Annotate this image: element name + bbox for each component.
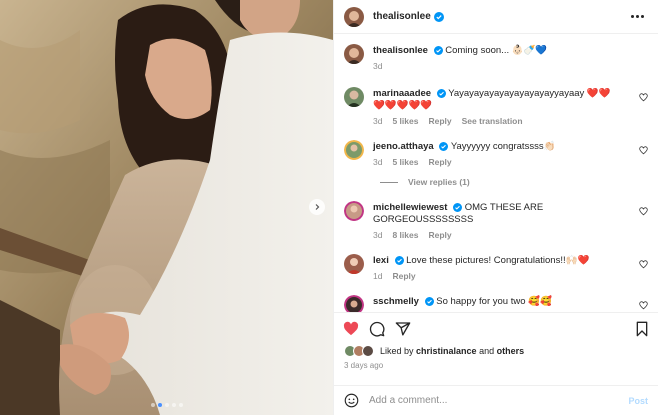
comment-icon[interactable] [369,321,385,337]
post-header: thealisonlee [334,0,658,34]
more-options-icon[interactable] [627,11,648,22]
liker-avatar [362,345,374,357]
comment-username[interactable]: lexi [373,255,389,266]
heart-outline-icon[interactable] [639,146,648,155]
verified-badge-icon [436,88,446,98]
verified-badge-icon [439,141,449,151]
comments-list: thealisonlee Coming soon... 👶🏻🍼💙 3d mari… [334,34,658,312]
post-photo [0,0,333,415]
likes-prefix: Liked by [380,346,417,356]
comment-item: lexi Love these pictures! Congratulation… [344,252,648,281]
comment-username[interactable]: michellewiewest [373,202,447,213]
comment-text: So happy for you two 🥰🥰 [436,296,552,307]
reply-button[interactable]: Reply [392,271,415,281]
comment-likes-button[interactable]: 5 likes [392,116,418,126]
verified-badge-icon [424,296,434,306]
carousel-dot [178,403,183,407]
view-replies-label: View replies (1) [408,177,470,187]
comment-item: jeeno.atthaya Yayyyyyy congratssss👏🏻 3d … [344,138,648,167]
heart-outline-icon[interactable] [639,93,648,102]
chevron-right-icon [315,204,320,210]
commenter-avatar[interactable] [344,201,364,221]
commenter-avatar[interactable] [344,254,364,274]
liker-avatars [344,345,378,357]
see-translation-button[interactable]: See translation [462,116,523,126]
reply-button[interactable]: Reply [428,157,451,167]
comment-likes-button[interactable]: 8 likes [392,230,418,240]
post-media[interactable] [0,0,333,415]
comment-item: sschmelly So happy for you two 🥰🥰 [344,293,648,312]
commenter-avatar[interactable] [344,87,364,107]
action-bar [334,312,658,344]
comment-age: 3d [373,230,383,240]
post-comment-button[interactable]: Post [628,396,648,406]
caption-text: Coming soon... 👶🏻🍼💙 [445,45,548,56]
comment-text: Love these pictures! Congratulations!!🙌🏻… [406,255,590,266]
comment-age: 3d [373,157,383,167]
comment-composer: Post [334,385,658,415]
replies-divider [380,181,398,183]
carousel-indicator [0,403,333,407]
author-avatar[interactable] [344,44,364,64]
caption: thealisonlee Coming soon... 👶🏻🍼💙 3d [344,42,648,71]
post-dialog: thealisonlee thealisonlee Coming soon...… [0,0,658,415]
verified-badge-icon [433,11,444,22]
comment-item: michellewiewest OMG THESE ARE GORGEOUSSS… [344,199,648,240]
comment-username[interactable]: marinaaadee [373,88,431,99]
carousel-dot [164,403,169,407]
comment-text: Yayyyyyy congratssss👏🏻 [450,141,556,152]
carousel-dot [150,403,155,407]
comment-input[interactable] [369,395,629,406]
heart-outline-icon[interactable] [639,260,648,269]
bookmark-icon[interactable] [635,321,649,337]
commenter-avatar[interactable] [344,140,364,160]
verified-badge-icon [433,45,443,55]
comment-likes-button[interactable]: 5 likes [392,157,418,167]
comment-age: 3d [373,116,383,126]
emoji-icon[interactable] [344,393,359,408]
verified-badge-icon [453,202,463,212]
reply-button[interactable]: Reply [428,230,451,240]
author-avatar[interactable] [344,6,364,27]
post-timestamp: 3 days ago [344,361,384,370]
carousel-dot [171,403,176,407]
post-side-panel: thealisonlee thealisonlee Coming soon...… [333,0,658,415]
heart-filled-icon[interactable] [343,321,359,336]
author-username[interactable]: thealisonlee [373,11,431,22]
heart-outline-icon[interactable] [639,207,648,216]
view-replies-button[interactable]: View replies (1) [380,177,648,187]
likes-mid: and [476,346,497,356]
heart-outline-icon[interactable] [639,301,648,310]
commenter-avatar[interactable] [344,295,364,312]
verified-badge-icon [394,255,404,265]
carousel-dot-active [157,403,162,407]
comment-username[interactable]: jeeno.atthaya [373,141,434,152]
comment-age: 1d [373,271,383,281]
caption-age: 3d [373,61,383,71]
likes-summary: Liked by christinalance and others [334,344,658,358]
comment-username[interactable]: sschmelly [373,296,419,307]
liker-username[interactable]: christinalance [416,346,477,356]
next-slide-button[interactable] [309,199,325,215]
comment-item: marinaaadee Yayayayayayayayayayayyayaay … [344,85,648,126]
share-icon[interactable] [395,321,411,337]
likes-others-button[interactable]: others [497,346,525,356]
caption-username[interactable]: thealisonlee [373,45,428,56]
reply-button[interactable]: Reply [428,116,451,126]
